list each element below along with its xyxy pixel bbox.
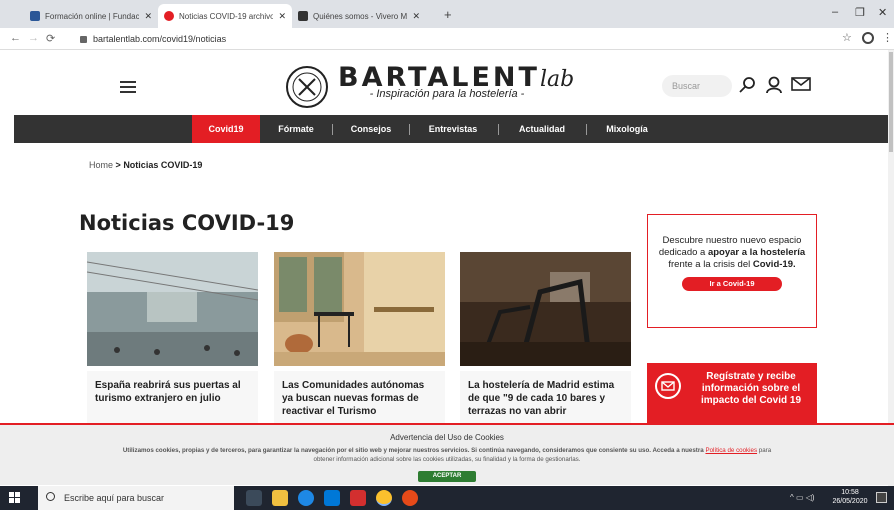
minimize-icon[interactable]: –: [832, 6, 838, 18]
cookie-body-text: Utilizamos cookies, propias y de tercero…: [122, 447, 704, 454]
vivero-favicon-icon: [298, 11, 308, 21]
windows-start-icon[interactable]: [9, 492, 21, 504]
browser-menu-icon[interactable]: ⋮: [882, 31, 893, 44]
hamburger-menu-icon[interactable]: [120, 81, 136, 93]
tab-title: Quiénes somos - Vivero Manzan: [313, 11, 408, 21]
tab-title: Noticias COVID-19 archivos - Ba: [179, 11, 274, 21]
file-explorer-icon[interactable]: [272, 490, 288, 506]
promo-highlight: Covid-19.: [752, 259, 796, 270]
close-tab-icon[interactable]: ✕: [144, 11, 152, 22]
bartalent-favicon-icon: [164, 11, 174, 21]
address-bar: ← → ⟳ bartalentlab.com/covid19/noticias …: [0, 28, 894, 50]
clock-date: 26/05/2020: [832, 498, 868, 505]
breadcrumb-home-link[interactable]: Home: [89, 160, 113, 170]
promo-highlight: apoyar a la hostelería: [707, 247, 806, 258]
accept-cookies-button[interactable]: ACEPTAR: [418, 471, 476, 482]
site-tagline: - Inspiración para la hostelería -: [369, 88, 525, 100]
browser-tab-bar: Formación online | Fundación Te ✕ Notici…: [0, 0, 894, 28]
article-title[interactable]: España reabrirá sus puertas al turismo e…: [87, 371, 258, 427]
fundacion-favicon-icon: [30, 11, 40, 21]
bookmark-star-icon[interactable]: ☆: [842, 31, 852, 44]
tab-title: Formación online | Fundación Te: [45, 11, 140, 21]
go-to-covid-button[interactable]: Ir a Covid-19: [682, 277, 782, 291]
breadcrumb-separator: >: [115, 160, 121, 170]
store-icon[interactable]: [324, 490, 340, 506]
article-card[interactable]: España reabrirá sus puertas al turismo e…: [86, 252, 259, 427]
nav-item-covid19[interactable]: Covid19: [192, 115, 260, 143]
main-navigation: Covid19 Fórmate Consejos Entrevistas Act…: [14, 115, 888, 143]
article-image-airport[interactable]: [86, 252, 259, 366]
user-icon[interactable]: [766, 76, 782, 94]
search-icon[interactable]: [738, 76, 756, 94]
taskbar-search[interactable]: Escribe aquí para buscar: [38, 486, 234, 510]
search-icon: [46, 492, 55, 501]
nav-item-formate[interactable]: Fórmate: [270, 115, 322, 143]
back-icon[interactable]: ←: [10, 32, 21, 44]
forward-icon[interactable]: →: [28, 32, 39, 44]
crossed-tools-icon: [292, 72, 322, 102]
system-tray-icons[interactable]: ^ ▭ ◁): [790, 493, 815, 502]
mail-icon[interactable]: [791, 76, 811, 92]
close-window-icon[interactable]: ✕: [878, 6, 887, 19]
cookie-policy-link[interactable]: Política de cookies: [705, 447, 757, 454]
new-tab-button[interactable]: +: [444, 7, 452, 22]
browser-tab[interactable]: Formación online | Fundación Te ✕: [24, 4, 158, 28]
subscribe-banner[interactable]: Regístrate y recibe información sobre el…: [647, 363, 817, 423]
url-text: bartalentlab.com/covid19/noticias: [93, 34, 227, 44]
article-title[interactable]: Las Comunidades autónomas ya buscan nuev…: [274, 371, 445, 427]
bartalent-seal-logo[interactable]: [286, 66, 328, 108]
page-scrollbar[interactable]: [888, 50, 894, 486]
windows-taskbar: Escribe aquí para buscar ^ ▭ ◁) 10:58 26…: [0, 486, 894, 510]
cookie-title: Advertencia del Uso de Cookies: [390, 433, 504, 442]
article-card[interactable]: Las Comunidades autónomas ya buscan nuev…: [274, 252, 445, 427]
firefox-icon[interactable]: [402, 490, 418, 506]
profile-icon[interactable]: [862, 32, 874, 44]
nav-item-consejos[interactable]: Consejos: [342, 115, 400, 143]
notification-icon[interactable]: [876, 492, 887, 503]
chrome-icon[interactable]: [376, 490, 392, 506]
taskbar-search-placeholder: Escribe aquí para buscar: [64, 493, 165, 503]
close-tab-icon[interactable]: ✕: [412, 11, 420, 22]
covid-promo-box: Descubre nuestro nuevo espacio dedicado …: [647, 214, 817, 328]
acrobat-icon[interactable]: [350, 490, 366, 506]
breadcrumb-current: Noticias COVID-19: [123, 160, 203, 170]
taskbar-clock[interactable]: 10:58 26/05/2020: [830, 488, 870, 506]
scrollbar-thumb[interactable]: [889, 52, 893, 152]
clock-time: 10:58: [841, 489, 859, 496]
article-image-bar-chairs[interactable]: [460, 252, 631, 367]
lock-icon: [80, 35, 87, 43]
nav-item-mixologia[interactable]: Mixología: [594, 115, 660, 143]
nav-item-entrevistas[interactable]: Entrevistas: [418, 115, 488, 143]
article-title[interactable]: La hostelería de Madrid estima de que "9…: [460, 371, 631, 427]
close-tab-icon[interactable]: ✕: [278, 11, 286, 22]
promo-text: frente a la crisis del: [668, 259, 751, 270]
browser-tab-active[interactable]: Noticias COVID-19 archivos - Ba ✕: [158, 4, 292, 28]
mail-circle-icon: [655, 373, 681, 399]
cookie-text: Utilizamos cookies, propias y de tercero…: [117, 446, 777, 464]
breadcrumb: Home > Noticias COVID-19: [89, 160, 202, 170]
nav-item-actualidad[interactable]: Actualidad: [506, 115, 578, 143]
article-image-terrace[interactable]: [274, 252, 445, 366]
url-field[interactable]: bartalentlab.com/covid19/noticias: [80, 31, 820, 47]
reload-icon[interactable]: ⟳: [46, 32, 55, 45]
subscribe-text: Regístrate y recibe información sobre el…: [700, 371, 802, 406]
search-input[interactable]: Buscar: [662, 75, 732, 97]
task-view-icon[interactable]: [246, 490, 262, 506]
edge-icon[interactable]: [298, 490, 314, 506]
article-card[interactable]: La hostelería de Madrid estima de que "9…: [460, 252, 631, 427]
restore-icon[interactable]: ❐: [855, 6, 865, 19]
browser-tab[interactable]: Quiénes somos - Vivero Manzan ✕: [292, 4, 426, 28]
cookie-banner: Advertencia del Uso de Cookies Utilizamo…: [0, 423, 894, 485]
page-title: Noticias COVID-19: [79, 211, 295, 235]
